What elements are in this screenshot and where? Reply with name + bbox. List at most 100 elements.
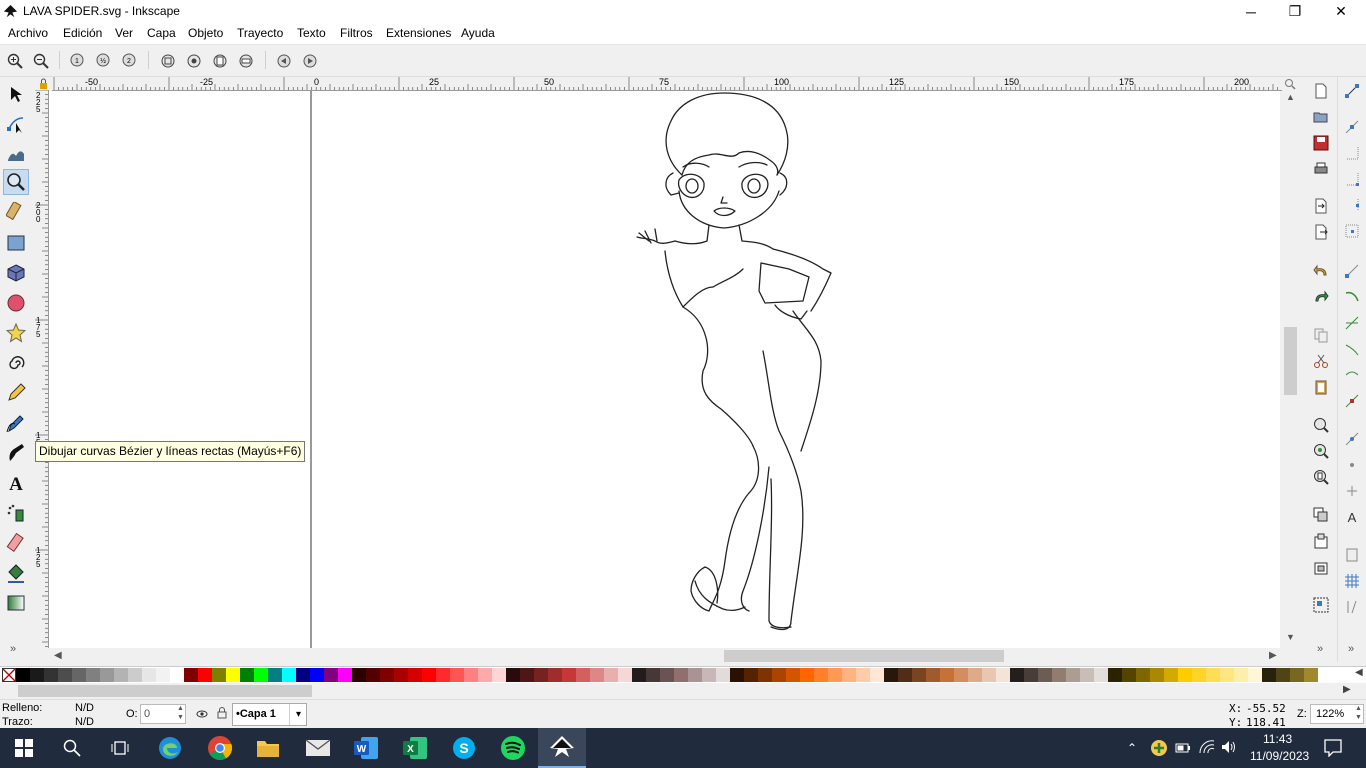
snap-toggle-icon[interactable] (1342, 81, 1362, 101)
spiral-icon[interactable] (3, 350, 29, 376)
palette-swatch[interactable] (1276, 668, 1290, 682)
text-icon[interactable]: A (3, 470, 29, 496)
palette-swatch[interactable] (506, 668, 520, 682)
no-paint-icon[interactable] (2, 668, 16, 682)
copy-icon[interactable] (1311, 325, 1331, 345)
drawing-canvas[interactable] (49, 91, 1280, 648)
minimize-button[interactable]: ─ (1228, 0, 1274, 23)
zoom-in-icon[interactable] (5, 51, 25, 71)
palette-swatch[interactable] (898, 668, 912, 682)
taskbar-clock-date[interactable]: 11/09/2023 (1250, 749, 1309, 763)
palette-scroll-thumb[interactable] (18, 685, 312, 697)
palette-swatch[interactable] (268, 668, 282, 682)
snap-bbox-icon[interactable] (1342, 117, 1362, 137)
palette-swatch[interactable] (688, 668, 702, 682)
menu-ayuda[interactable]: Ayuda (461, 26, 495, 40)
palette-swatch[interactable] (156, 668, 170, 682)
horizontal-scroll-thumb[interactable] (724, 650, 1004, 662)
palette-swatch[interactable] (744, 668, 758, 682)
palette-swatch[interactable] (1094, 668, 1108, 682)
spotify-icon[interactable] (489, 728, 537, 768)
menu-extensiones[interactable]: Extensiones (386, 26, 451, 40)
snap-midpoint-icon[interactable] (1342, 391, 1362, 411)
calligraphy-icon[interactable] (3, 440, 29, 466)
zoom-1-2-icon[interactable]: ½ (94, 51, 114, 71)
palette-swatch[interactable] (492, 668, 506, 682)
menu-texto[interactable]: Texto (297, 26, 326, 40)
palette-swatch[interactable] (1248, 668, 1262, 682)
palette-swatch[interactable] (170, 668, 184, 682)
unlink-clone-icon[interactable] (1311, 557, 1331, 577)
palette-swatch[interactable] (772, 668, 786, 682)
palette-swatch[interactable] (814, 668, 828, 682)
skype-icon[interactable]: S (440, 728, 488, 768)
palette-swatch[interactable] (1234, 668, 1248, 682)
menu-archivo[interactable]: Archivo (8, 26, 48, 40)
group-icon[interactable] (1311, 595, 1331, 615)
snap-object-center-icon[interactable] (1342, 455, 1362, 475)
commands-more-button[interactable]: » (1317, 643, 1323, 655)
snap-others-icon[interactable] (1342, 429, 1362, 449)
palette-swatch[interactable] (380, 668, 394, 682)
menu-edicion[interactable]: Edición (63, 26, 102, 40)
palette-swatch[interactable] (310, 668, 324, 682)
snap-smooth-icon[interactable] (1342, 365, 1362, 385)
import-icon[interactable] (1311, 196, 1331, 216)
ellipse-icon[interactable] (3, 290, 29, 316)
snap-more-button[interactable]: » (1348, 643, 1354, 655)
cut-icon[interactable] (1311, 351, 1331, 371)
palette-swatch[interactable] (870, 668, 884, 682)
zoom-previous-icon[interactable] (274, 51, 294, 71)
palette-swatch[interactable] (996, 668, 1010, 682)
toolbox-more-button[interactable]: » (10, 643, 16, 655)
zoom-page-cmd-icon[interactable] (1311, 467, 1331, 487)
palette-swatch[interactable] (1066, 668, 1080, 682)
close-button[interactable]: ✕ (1318, 0, 1364, 23)
spin-down-icon[interactable]: ▼ (177, 714, 184, 721)
menu-filtros[interactable]: Filtros (340, 26, 373, 40)
palette-swatch[interactable] (856, 668, 870, 682)
star-icon[interactable] (3, 320, 29, 346)
palette-swatch[interactable] (1080, 668, 1094, 682)
new-document-icon[interactable] (1311, 81, 1331, 101)
maximize-button[interactable]: ❐ (1272, 0, 1318, 23)
redo-icon[interactable] (1311, 287, 1331, 307)
palette-swatch[interactable] (1150, 668, 1164, 682)
undo-icon[interactable] (1311, 261, 1331, 281)
search-icon[interactable] (48, 728, 96, 768)
palette-swatch[interactable] (1178, 668, 1192, 682)
palette-swatch[interactable] (1024, 668, 1038, 682)
palette-swatch[interactable] (954, 668, 968, 682)
rectangle-icon[interactable] (3, 230, 29, 256)
palette-swatch[interactable] (450, 668, 464, 682)
gradient-icon[interactable] (3, 590, 29, 616)
palette-swatch[interactable] (408, 668, 422, 682)
palette-swatch[interactable] (618, 668, 632, 682)
menu-ver[interactable]: Ver (115, 26, 133, 40)
measure-icon[interactable] (3, 199, 29, 225)
menu-trayecto[interactable]: Trayecto (237, 26, 283, 40)
palette-swatch[interactable] (184, 668, 198, 682)
duplicate-icon[interactable] (1311, 505, 1331, 525)
palette-swatch[interactable] (828, 668, 842, 682)
zoom-drawing-cmd-icon[interactable] (1311, 441, 1331, 461)
scroll-right-icon[interactable]: ▶ (1269, 650, 1277, 661)
inkscape-icon[interactable] (538, 728, 586, 768)
layer-lock-icon[interactable] (216, 707, 228, 719)
zoom-2-1-icon[interactable]: 2 (120, 51, 140, 71)
palette-swatch[interactable] (674, 668, 688, 682)
menu-capa[interactable]: Capa (147, 26, 176, 40)
chrome-icon[interactable] (196, 728, 244, 768)
palette-swatch[interactable] (1052, 668, 1066, 682)
palette-swatch[interactable] (394, 668, 408, 682)
palette-scroll-right-icon[interactable]: ▶ (1343, 684, 1351, 695)
snap-guide-icon[interactable] (1342, 597, 1362, 617)
word-icon[interactable]: W (342, 728, 390, 768)
palette-swatch[interactable] (758, 668, 772, 682)
palette-swatch[interactable] (1262, 668, 1276, 682)
task-view-icon[interactable] (96, 728, 144, 768)
edge-icon[interactable] (146, 728, 194, 768)
layer-visibility-eye-icon[interactable] (196, 708, 208, 720)
palette-swatch[interactable] (940, 668, 954, 682)
snap-bbox-midpoint-icon[interactable] (1342, 195, 1362, 215)
